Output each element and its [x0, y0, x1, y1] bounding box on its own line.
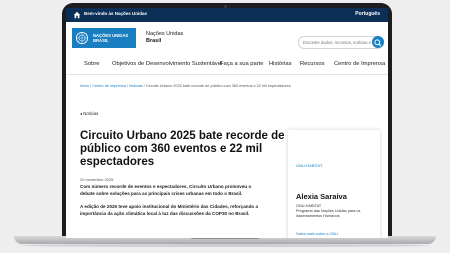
author-tag[interactable]: ONU-HABITAT — [296, 163, 323, 168]
article-title: Circuito Urbano 2025 bate recorde de púb… — [80, 130, 285, 168]
breadcrumb: Início / Centro de Imprensa / Notícias /… — [80, 84, 291, 88]
nav-item-faca-sua-parte[interactable]: Faça a sua parte — [220, 61, 264, 67]
back-to-news-link[interactable]: ◂ Notícias — [80, 111, 98, 116]
site-header: NAÇÕES UNIDAS BRASIL Nações Unidas Brasi… — [66, 22, 388, 56]
card-link[interactable]: Saiba mais sobre a ONU — [296, 232, 338, 236]
breadcrumb-home[interactable]: Início — [80, 84, 89, 88]
laptop-shadow — [20, 244, 430, 247]
search-icon — [374, 39, 382, 47]
article-paragraph-2: A edição de 2025 teve apoio instituciona… — [80, 204, 259, 216]
author-card: ONU-HABITAT Alexia Saraiva ONU-HABITAT P… — [288, 130, 380, 238]
welcome-text: Bem-vindo às Nações Unidas — [84, 11, 148, 16]
breadcrumb-press[interactable]: Centro de Imprensa — [92, 84, 126, 88]
breadcrumb-news[interactable]: Notícias — [129, 84, 143, 88]
nav-item-ods[interactable]: Objetivos de Desenvolvimento Sustentável — [112, 61, 222, 67]
author-role: Programa das Nações Unidas para os Assen… — [296, 209, 361, 218]
site-name: Nações Unidas Brasil — [146, 31, 183, 45]
language-selector[interactable]: Português — [355, 11, 380, 17]
logo-line-2: BRASIL — [93, 38, 109, 43]
search-button[interactable] — [372, 36, 384, 48]
un-brasil-logo[interactable]: NAÇÕES UNIDAS BRASIL — [72, 28, 136, 48]
laptop-screen: Bem-vindo às Nações Unidas Português NAÇ… — [66, 8, 388, 238]
logo-text: NAÇÕES UNIDAS BRASIL — [93, 33, 128, 43]
site-name-line-1: Nações Unidas — [146, 31, 184, 37]
nav-item-sobre[interactable]: Sobre — [84, 61, 99, 67]
nav-item-centro-imprensa[interactable]: Centro de Imprensa — [334, 61, 385, 67]
breadcrumb-current: Circuito Urbano 2025 bate recorde de púb… — [145, 84, 291, 88]
main-nav: Sobre Objetivos de Desenvolvimento Suste… — [66, 56, 388, 75]
nav-item-recursos[interactable]: Recursos — [300, 61, 324, 67]
search-placeholder: Encontre dados, recursos, notícias e mai… — [303, 39, 381, 45]
author-name: Alexia Saraiva — [296, 192, 347, 201]
article-date: 20 novembro 2025 — [80, 177, 114, 182]
top-bar: Bem-vindo às Nações Unidas Português — [66, 8, 388, 22]
search-input[interactable]: Encontre dados, recursos, notícias e mai… — [298, 36, 384, 49]
article-paragraph-1: Com número recorde de eventos e espectad… — [80, 184, 252, 196]
home-icon[interactable] — [73, 11, 81, 19]
un-emblem-icon — [75, 31, 89, 45]
site-name-line-2: Brasil — [146, 38, 162, 44]
nav-item-historias[interactable]: Histórias — [269, 61, 292, 67]
